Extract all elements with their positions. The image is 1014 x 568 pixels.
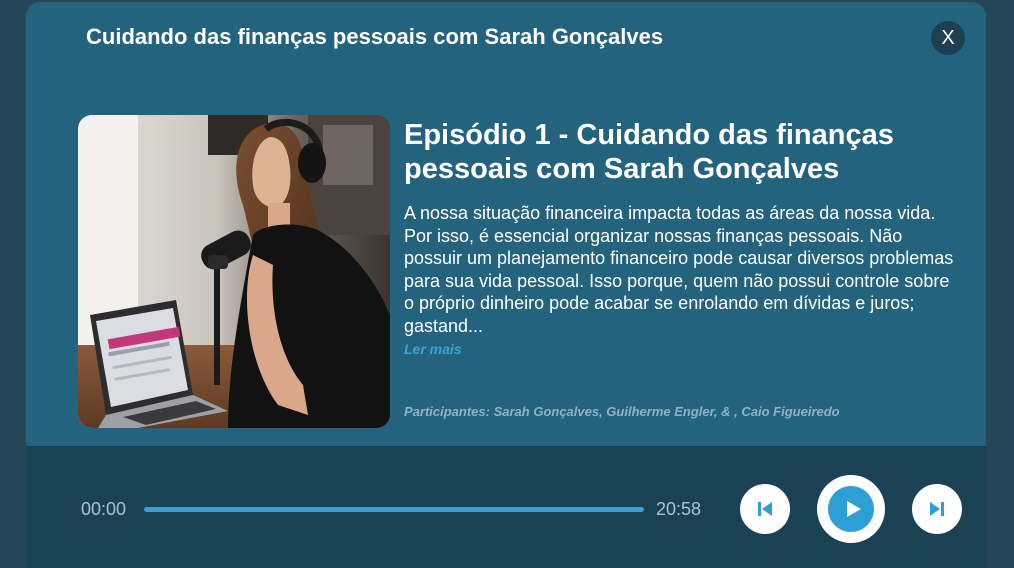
audio-player-bar: 00:00 20:58 xyxy=(26,446,986,568)
progress-slider[interactable] xyxy=(144,507,644,512)
modal-title: Cuidando das finanças pessoais com Sarah… xyxy=(86,24,664,49)
next-track-button[interactable] xyxy=(912,484,962,534)
total-time: 20:58 xyxy=(656,499,702,519)
participants-text: Participantes: Sarah Gonçalves, Guilherm… xyxy=(404,404,840,419)
close-button[interactable]: X xyxy=(931,21,965,55)
skip-next-icon xyxy=(930,502,944,516)
play-button-inner xyxy=(828,486,874,532)
podcast-modal: Cuidando das finanças pessoais com Sarah… xyxy=(26,2,986,568)
play-icon xyxy=(847,501,861,517)
episode-description: A nossa situação financeira impacta toda… xyxy=(404,203,954,336)
read-more-link[interactable]: Ler mais xyxy=(404,341,462,357)
play-button[interactable] xyxy=(817,475,885,543)
episode-title: Episódio 1 - Cuidando das finanças pesso… xyxy=(404,119,894,185)
skip-previous-icon xyxy=(758,502,772,516)
previous-track-button[interactable] xyxy=(740,484,790,534)
episode-cover-image xyxy=(78,115,390,428)
current-time: 00:00 xyxy=(81,499,127,519)
